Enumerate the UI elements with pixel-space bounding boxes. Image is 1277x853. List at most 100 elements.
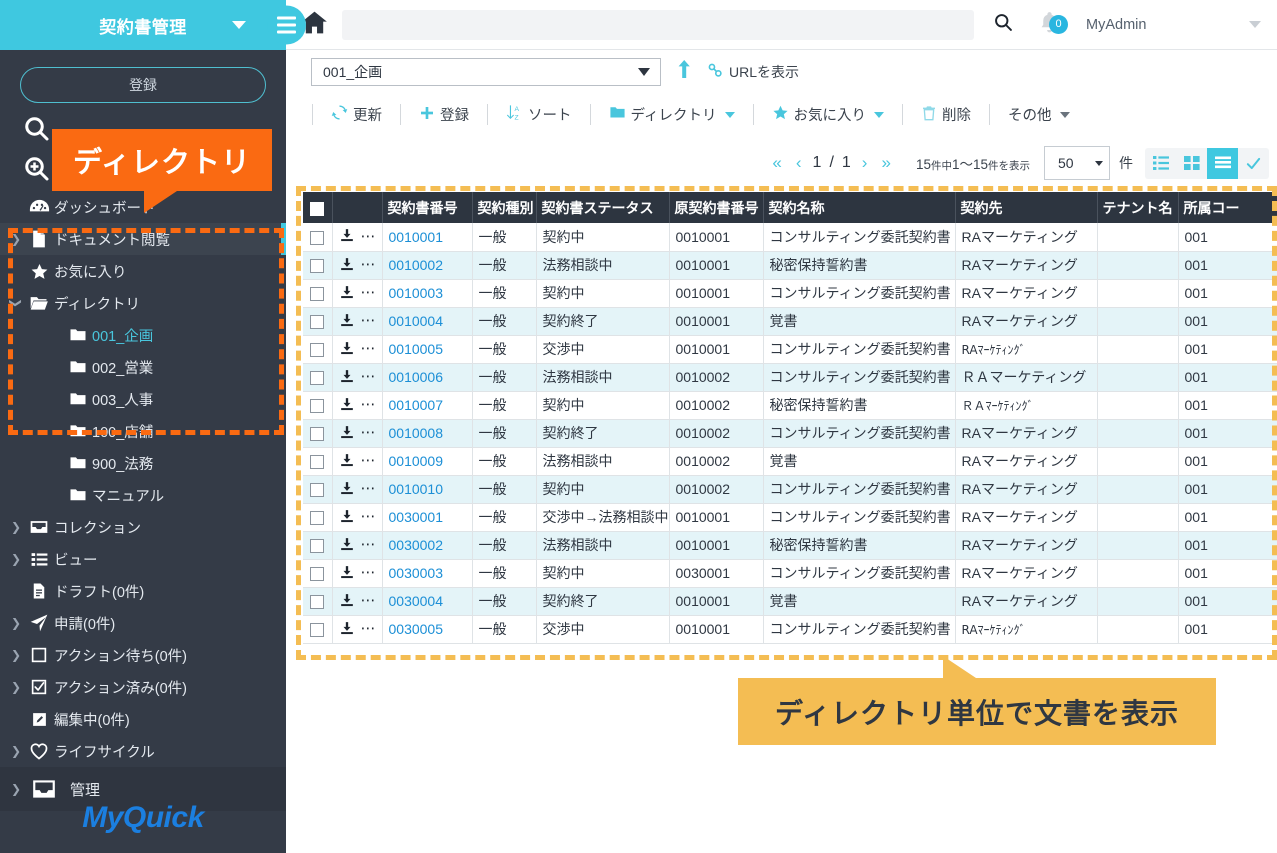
table-row[interactable]: ⋯ 0010003 一般 契約中 0010001 コンサルティング委託契約書 RAマーケテ…: [303, 279, 1277, 308]
download-icon[interactable]: [340, 285, 354, 302]
grid-view-icon[interactable]: [1176, 148, 1207, 179]
sidebar-item-14[interactable]: ❯ アクション待ち(0件): [0, 639, 286, 671]
sidebar-item-12[interactable]: ドラフト(0件): [0, 575, 286, 607]
download-icon[interactable]: [340, 397, 354, 414]
row-checkbox[interactable]: [310, 399, 325, 414]
download-icon[interactable]: [340, 425, 354, 442]
more-options-icon[interactable]: ⋯: [361, 229, 377, 244]
sidebar-item-17[interactable]: ❯ ライフサイクル: [0, 735, 286, 767]
download-icon[interactable]: [340, 228, 354, 245]
last-page-button[interactable]: »: [874, 153, 897, 173]
document-table-container[interactable]: 契約書番号 契約種別 契約書ステータス 原契約書番号 契約名称 契約先 テナント名 所属コー …: [303, 192, 1277, 650]
more-options-icon[interactable]: ⋯: [361, 481, 377, 496]
download-icon[interactable]: [340, 565, 354, 582]
sidebar-item-11[interactable]: ❯ ビュー: [0, 543, 286, 575]
sidebar-item-15[interactable]: ❯ アクション済み(0件): [0, 671, 286, 703]
row-select-cell[interactable]: [303, 447, 333, 476]
download-icon[interactable]: [340, 593, 354, 610]
download-icon[interactable]: [340, 257, 354, 274]
table-row[interactable]: ⋯ 0010009 一般 法務相談中 0010002 覚書 RAマーケティング 001: [303, 447, 1277, 476]
cell-contract-no[interactable]: 0030002: [382, 531, 473, 560]
first-page-button[interactable]: «: [765, 153, 788, 173]
chevron-right-icon[interactable]: ❯: [8, 648, 24, 662]
row-actions-cell[interactable]: ⋯: [332, 447, 383, 476]
column-header-9[interactable]: 所属コー: [1178, 192, 1277, 223]
sidebar-item-13[interactable]: ❯ 申請(0件): [0, 607, 286, 639]
show-url-button[interactable]: URLを表示: [707, 62, 799, 82]
row-select-cell[interactable]: [303, 587, 333, 616]
row-select-cell[interactable]: [303, 363, 333, 392]
cell-contract-no[interactable]: 0030001: [382, 503, 473, 532]
chevron-right-icon[interactable]: ❯: [8, 552, 24, 566]
global-search-input[interactable]: [342, 9, 974, 40]
chevron-right-icon[interactable]: ❯: [8, 232, 24, 246]
row-actions-cell[interactable]: ⋯: [332, 335, 383, 364]
download-icon[interactable]: [340, 537, 354, 554]
row-select-cell[interactable]: [303, 251, 333, 280]
more-options-icon[interactable]: ⋯: [361, 341, 377, 356]
sidebar-item-6[interactable]: 003_人事: [0, 383, 286, 415]
sidebar-item-4[interactable]: 001_企画: [0, 319, 286, 351]
row-select-cell[interactable]: [303, 279, 333, 308]
cell-contract-no[interactable]: 0030004: [382, 587, 473, 616]
download-icon[interactable]: [340, 341, 354, 358]
row-checkbox[interactable]: [310, 567, 325, 582]
more-options-icon[interactable]: ⋯: [361, 621, 377, 636]
row-select-cell[interactable]: [303, 419, 333, 448]
download-icon[interactable]: [340, 313, 354, 330]
more-options-icon[interactable]: ⋯: [361, 397, 377, 412]
chevron-right-icon[interactable]: ❯: [8, 680, 24, 694]
row-select-cell[interactable]: [303, 391, 333, 420]
column-header-5[interactable]: 原契約書番号: [669, 192, 764, 223]
chevron-right-icon[interactable]: ❯: [8, 744, 24, 758]
hamburger-menu-icon[interactable]: [267, 5, 306, 45]
row-checkbox[interactable]: [310, 230, 325, 245]
toolbar-button-4[interactable]: お気に入り: [756, 104, 901, 125]
chevron-down-icon[interactable]: [232, 21, 246, 29]
move-up-button[interactable]: [661, 59, 707, 84]
more-options-icon[interactable]: ⋯: [361, 565, 377, 580]
row-actions-cell[interactable]: ⋯: [332, 363, 383, 392]
row-checkbox[interactable]: [310, 623, 325, 638]
column-header-6[interactable]: 契約名称: [763, 192, 956, 223]
column-header-3[interactable]: 契約種別: [472, 192, 537, 223]
more-options-icon[interactable]: ⋯: [361, 509, 377, 524]
table-row[interactable]: ⋯ 0010008 一般 契約終了 0010002 コンサルティング委託契約書 RAマーケ…: [303, 419, 1277, 448]
chevron-right-icon[interactable]: ❯: [8, 520, 24, 534]
download-icon[interactable]: [340, 369, 354, 386]
cell-contract-no[interactable]: 0010003: [382, 279, 473, 308]
download-icon[interactable]: [340, 481, 354, 498]
list-view-icon[interactable]: [1145, 148, 1176, 179]
table-row[interactable]: ⋯ 0030004 一般 契約終了 0010001 覚書 RAマーケティング 001: [303, 587, 1277, 616]
table-row[interactable]: ⋯ 0010001 一般 契約中 0010001 コンサルティング委託契約書 RAマーケテ…: [303, 223, 1277, 252]
table-row[interactable]: ⋯ 0010010 一般 契約中 0010002 コンサルティング委託契約書 RAマーケテ…: [303, 475, 1277, 504]
sidebar-header[interactable]: 契約書管理: [0, 0, 286, 50]
cell-contract-no[interactable]: 0010010: [382, 475, 473, 504]
table-row[interactable]: ⋯ 0010002 一般 法務相談中 0010001 秘密保持誓約書 RAマーケティング 0…: [303, 251, 1277, 280]
toolbar-button-3[interactable]: ディレクトリ: [593, 104, 751, 125]
next-page-button[interactable]: ›: [855, 153, 875, 173]
cell-contract-no[interactable]: 0010002: [382, 251, 473, 280]
more-options-icon[interactable]: ⋯: [361, 369, 377, 384]
chevron-down-icon[interactable]: ❯: [9, 295, 23, 311]
sidebar-item-0[interactable]: ダッシュボード: [0, 191, 286, 223]
more-options-icon[interactable]: ⋯: [361, 537, 377, 552]
row-select-cell[interactable]: [303, 475, 333, 504]
row-actions-cell[interactable]: ⋯: [332, 251, 383, 280]
row-select-cell[interactable]: [303, 503, 333, 532]
toolbar-button-1[interactable]: 登録: [403, 104, 485, 125]
cell-contract-no[interactable]: 0010001: [382, 223, 473, 252]
more-options-icon[interactable]: ⋯: [361, 257, 377, 272]
chevron-right-icon[interactable]: ❯: [8, 616, 24, 630]
prev-page-button[interactable]: ‹: [789, 153, 809, 173]
row-actions-cell[interactable]: ⋯: [332, 587, 383, 616]
row-checkbox[interactable]: [310, 455, 325, 470]
sidebar-item-16[interactable]: 編集中(0件): [0, 703, 286, 735]
row-actions-cell[interactable]: ⋯: [332, 419, 383, 448]
row-actions-cell[interactable]: ⋯: [332, 391, 383, 420]
cell-contract-no[interactable]: 0010007: [382, 391, 473, 420]
row-select-cell[interactable]: [303, 615, 333, 644]
row-actions-cell[interactable]: ⋯: [332, 223, 383, 252]
cell-contract-no[interactable]: 0030003: [382, 559, 473, 588]
directory-select[interactable]: 001_企画: [311, 57, 661, 86]
